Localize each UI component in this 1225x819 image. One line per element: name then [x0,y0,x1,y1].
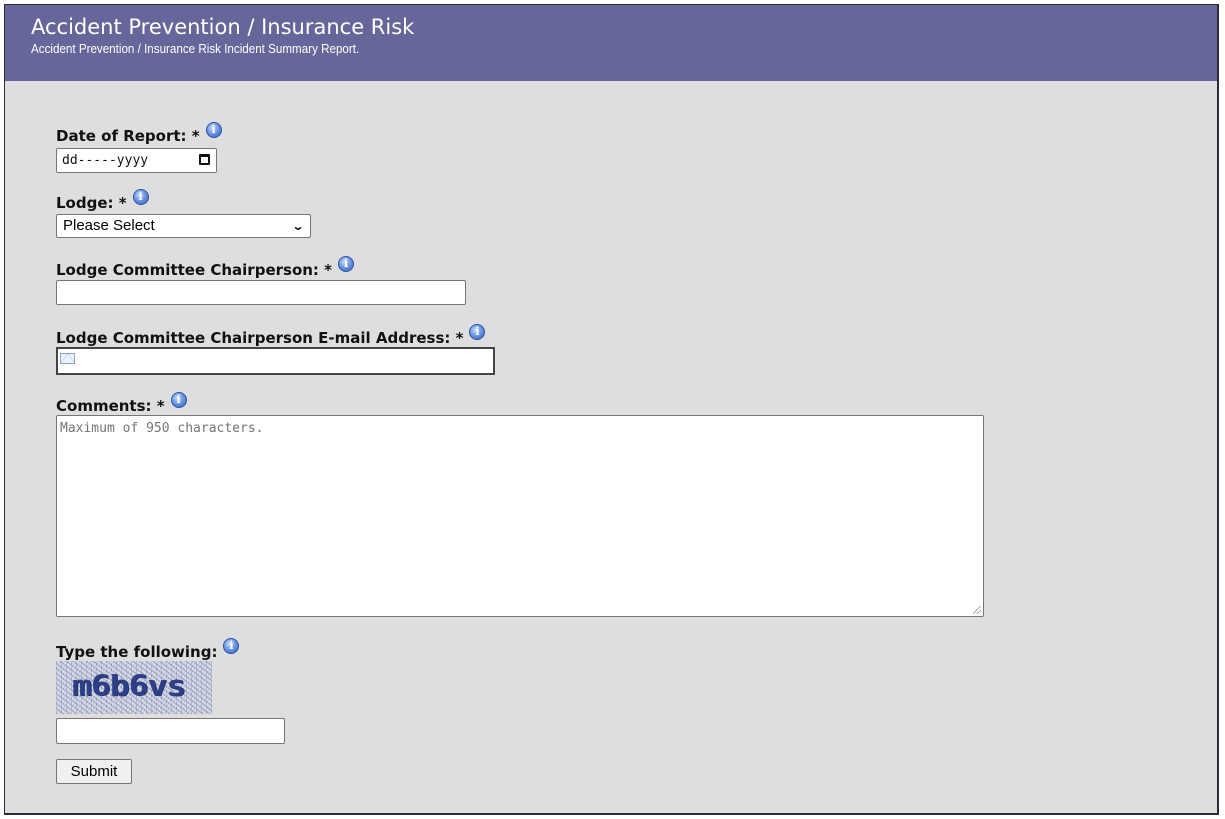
date-of-report-label: Date of Report: * [56,122,222,145]
comments-textarea[interactable]: Maximum of 950 characters. [56,415,984,617]
required-mark: * [455,329,464,347]
date-input-value: dd-----yyyy [62,153,149,168]
info-icon[interactable] [469,324,486,340]
required-mark: * [324,261,333,279]
captcha-label: Type the following: [56,638,240,661]
chevron-down-icon: ⌄ [291,219,305,233]
envelope-icon [60,353,75,364]
comments-placeholder: Maximum of 950 characters. [60,421,264,436]
info-icon[interactable] [205,122,222,138]
captcha-image: m6b6vs [56,661,212,714]
info-icon[interactable] [338,256,355,272]
submit-button[interactable]: Submit [56,759,132,784]
required-mark: * [118,194,127,212]
info-icon[interactable] [132,189,149,205]
required-mark: * [191,127,200,145]
chairperson-input[interactable] [56,280,466,305]
captcha-input[interactable] [56,718,285,744]
resize-handle-icon[interactable] [973,606,981,614]
info-icon[interactable] [170,392,187,408]
chairperson-label: Lodge Committee Chairperson: * [56,256,355,279]
lodge-select-value: Please Select [63,217,155,234]
chairperson-email-input[interactable] [56,347,495,375]
comments-label: Comments: * [56,392,187,415]
calendar-icon[interactable] [199,154,210,165]
date-of-report-input[interactable]: dd-----yyyy [56,148,217,173]
info-icon[interactable] [223,638,240,654]
page-title: Accident Prevention / Insurance Risk [31,15,415,39]
chairperson-email-label: Lodge Committee Chairperson E-mail Addre… [56,324,486,347]
required-mark: * [156,397,165,415]
captcha-text: m6b6vs [72,669,186,703]
lodge-label: Lodge: * [56,189,149,212]
page-header: Accident Prevention / Insurance Risk Acc… [5,5,1217,81]
page-subtitle: Accident Prevention / Insurance Risk Inc… [31,42,360,56]
page-frame: Accident Prevention / Insurance Risk Acc… [4,4,1219,815]
lodge-select[interactable]: Please Select ⌄ [56,214,311,238]
